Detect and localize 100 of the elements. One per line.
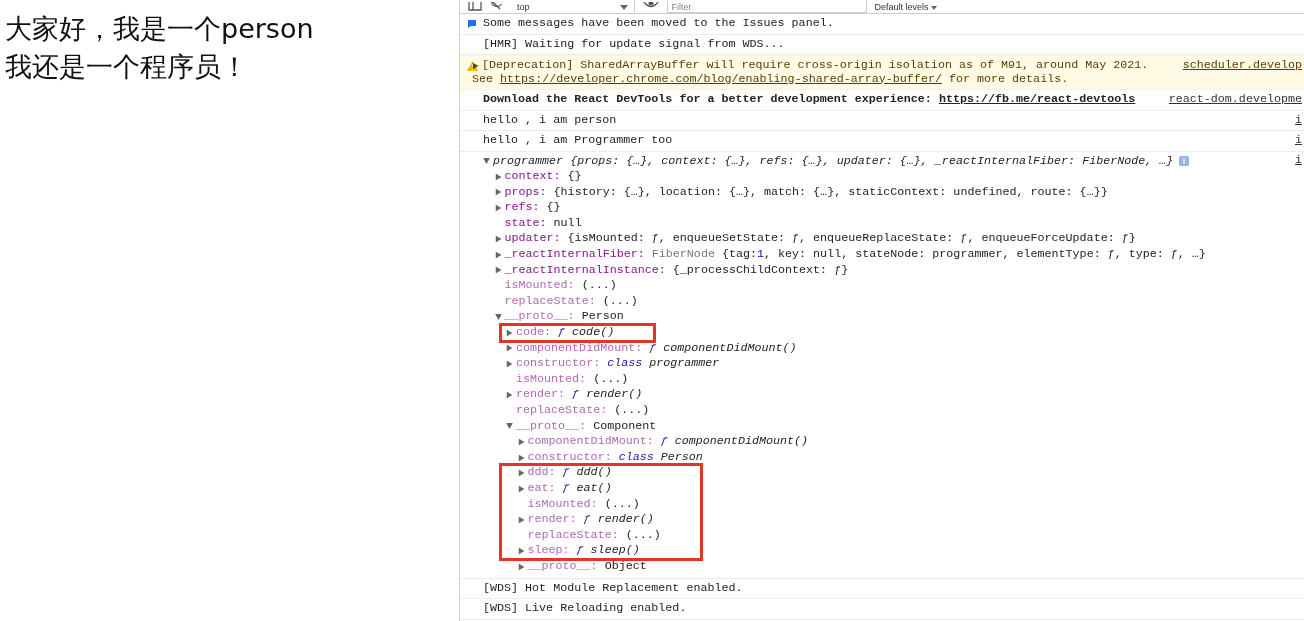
message-text: Some messages have been moved to the Issues panel.: [483, 17, 834, 31]
sidebar-icon[interactable]: [468, 2, 482, 11]
expand-arrow-icon[interactable]: [518, 469, 524, 477]
property-value: Object: [604, 558, 647, 575]
property-key: replaceState:: [504, 293, 596, 310]
log-text: [HMR] Waiting for update signal from WDS...: [483, 37, 785, 51]
context-select[interactable]: top: [511, 1, 635, 13]
expand-arrow-icon[interactable]: [518, 438, 524, 446]
property-value: ƒ: [583, 512, 591, 528]
expand-arrow-icon[interactable]: [506, 360, 513, 368]
log-text: hello , i am Programmer too: [483, 134, 673, 148]
property-value: (...): [581, 278, 617, 294]
property-key: constructor:: [516, 356, 601, 372]
property-value: class: [607, 356, 643, 372]
property-value: (...): [625, 527, 661, 544]
property-key: render:: [516, 387, 566, 403]
property-value: ƒ: [660, 434, 668, 450]
property-key: replaceState:: [516, 403, 608, 419]
expand-arrow-icon[interactable]: [518, 454, 524, 461]
property-key: ddd:: [527, 465, 556, 481]
property-value: {}: [546, 200, 561, 216]
property-key: state:: [504, 215, 547, 232]
devtools-link[interactable]: https://fb.me/react-devtools: [938, 92, 1136, 106]
property-value: Person: [581, 309, 624, 326]
property-value: (...): [602, 293, 638, 310]
property-value: componentDidMount(): [663, 340, 797, 357]
page-text: 大家好，我是一个person: [5, 12, 315, 46]
filter-field[interactable]: Filter: [666, 1, 867, 13]
property-value: (...): [593, 371, 629, 388]
property-key: refs:: [504, 200, 540, 216]
source-link[interactable]: scheduler.develop: [1162, 59, 1302, 73]
property-value: ƒ: [576, 543, 584, 559]
property-value: null: [553, 215, 582, 232]
source-link[interactable]: react-dom.developme: [1168, 93, 1302, 107]
source-link[interactable]: i: [1295, 113, 1302, 127]
caret-icon: [931, 6, 938, 10]
expand-arrow-icon[interactable]: [506, 391, 513, 399]
property-key: replaceState:: [527, 527, 619, 544]
warning-text: See https://developer.chrome.com/blog/enabling-shared-array-buffer/ for more details.: [472, 72, 1070, 86]
log-text: [WDS] Live Reloading enabled.: [483, 602, 687, 616]
property-key: __proto__:: [516, 418, 587, 435]
property-key: _reactInternalFiber:: [504, 247, 645, 263]
property-key: render:: [527, 512, 577, 528]
source-link[interactable]: i: [1295, 134, 1302, 148]
expand-arrow-icon[interactable]: [518, 516, 524, 524]
caret-icon: [619, 4, 628, 10]
property-key: eat:: [527, 480, 556, 497]
expand-arrow-icon[interactable]: [518, 563, 524, 571]
property-value: componentDidMount(): [674, 434, 809, 450]
expand-arrow-icon[interactable]: [506, 345, 513, 352]
property-value: (...): [604, 496, 640, 513]
property-value: code(): [572, 325, 615, 341]
expand-arrow-icon[interactable]: [506, 423, 513, 430]
property-value: FiberNode: [651, 247, 715, 263]
property-value: eat(): [576, 480, 612, 497]
property-key: updater:: [504, 231, 561, 248]
expand-arrow-icon[interactable]: [483, 158, 490, 165]
expand-arrow-icon[interactable]: [495, 267, 501, 274]
property-value: render(): [586, 387, 643, 403]
property-key: componentDidMount:: [527, 434, 654, 450]
log-text: Download the React DevTools for a better development experience: https://fb.me/react-devtools: [483, 93, 1136, 107]
property-key: props:: [504, 184, 547, 201]
log-text: [WDS] Hot Module Replacement enabled.: [483, 581, 743, 596]
property-value: ƒ: [649, 340, 657, 357]
property-value: programmer {props: {…}, context: {…}, refs: {…}, updater: {…}, _reactInternalFiber: FiberNode, …}: [493, 153, 1174, 170]
property-value: ƒ: [558, 325, 566, 341]
source-link[interactable]: i: [1295, 153, 1302, 167]
property-value: class: [618, 449, 654, 466]
property-key: componentDidMount:: [516, 340, 643, 357]
expand-arrow-icon[interactable]: [494, 314, 502, 321]
expand-arrow-icon[interactable]: [495, 173, 501, 181]
property-value: {tag:: [721, 247, 757, 263]
expand-arrow-icon[interactable]: [495, 235, 501, 243]
levels-dropdown[interactable]: Default levels: [874, 1, 938, 13]
expand-arrow-icon[interactable]: [472, 62, 479, 70]
property-key: code:: [516, 325, 552, 341]
expand-arrow-icon[interactable]: [518, 485, 524, 493]
expand-arrow-icon[interactable]: [495, 189, 501, 196]
page-text: 我还是一个程序员！: [5, 50, 249, 84]
property-value: (...): [614, 403, 650, 419]
property-value: {history: {…}, location: {…}, match: {…}, staticContext: undefined, route: {…}}: [553, 184, 1108, 201]
property-key: isMounted:: [527, 496, 598, 513]
property-value: render(): [597, 512, 654, 528]
property-key: constructor:: [527, 449, 612, 466]
log-text: hello , i am person: [483, 113, 617, 127]
expand-arrow-icon[interactable]: [495, 251, 501, 259]
expand-arrow-icon[interactable]: [518, 547, 524, 555]
clear-icon[interactable]: [490, 2, 503, 11]
property-value: ddd(): [576, 465, 612, 481]
expand-arrow-icon[interactable]: [506, 329, 513, 337]
property-key: context:: [504, 169, 561, 185]
property-value: ƒ: [562, 480, 570, 497]
property-value: ƒ: [572, 387, 580, 403]
expand-arrow-icon[interactable]: [495, 204, 501, 212]
article-link[interactable]: https://developer.chrome.com/blog/enabling-shared-array-buffer/: [500, 71, 942, 86]
warning-text: [Deprecation] SharedArrayBuffer will require cross-origin isolation as of M91, around May 2021.: [482, 59, 1149, 73]
property-value: Component: [593, 418, 657, 435]
property-key: __proto__:: [527, 558, 598, 575]
message-icon: [467, 19, 477, 29]
property-key: isMounted:: [504, 278, 575, 294]
